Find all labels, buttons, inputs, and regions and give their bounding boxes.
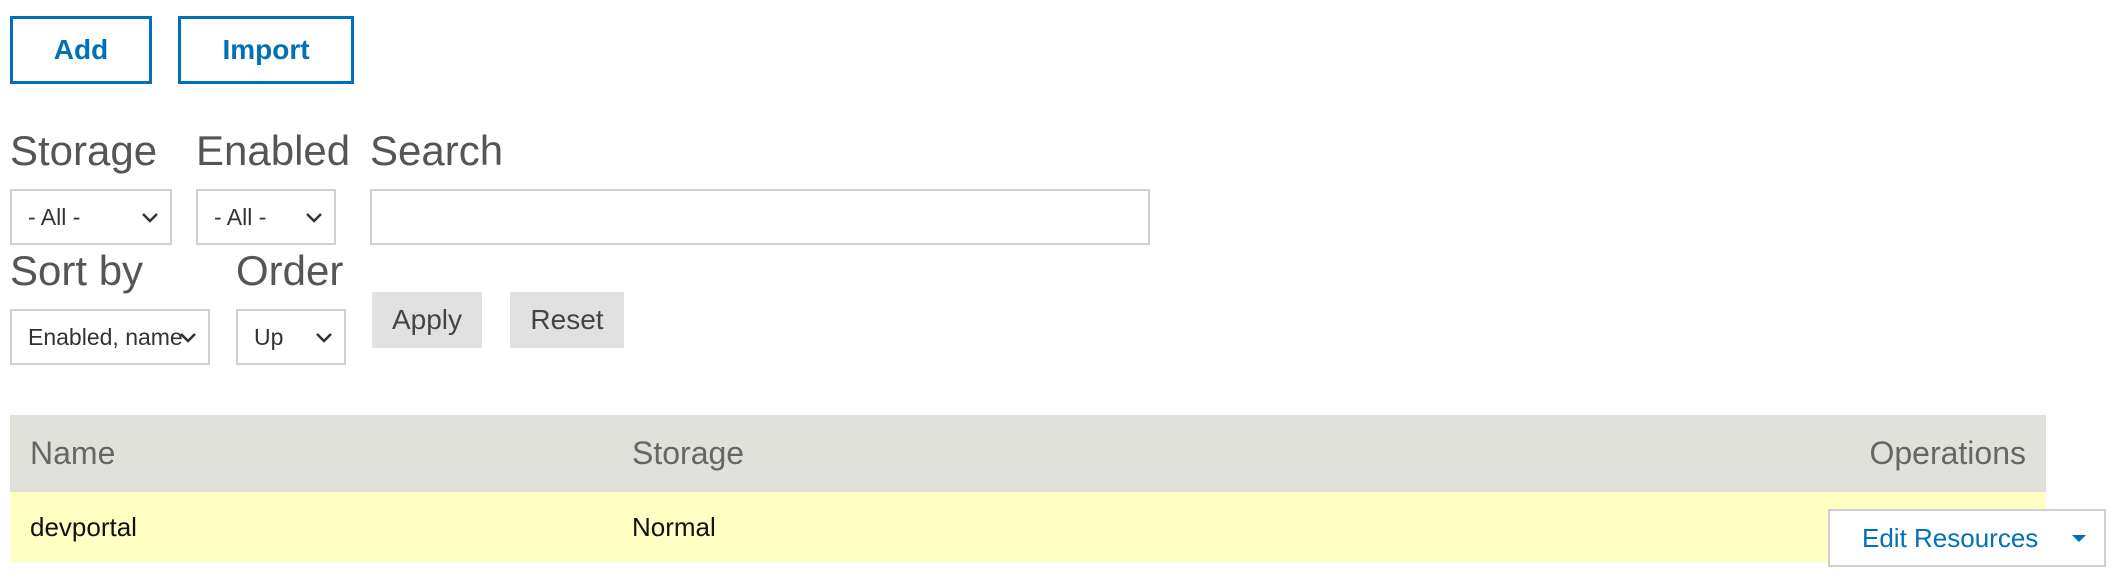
row-storage-cell: Normal xyxy=(632,511,716,542)
column-header-storage: Storage xyxy=(632,435,745,471)
operations-dropbutton: Edit Resources xyxy=(1828,509,2106,567)
chevron-down-icon xyxy=(306,213,322,223)
sort-by-label: Sort by xyxy=(10,247,144,294)
config-entities-page: Add Import Storage Enabled Search - All … xyxy=(0,0,2112,580)
apply-button[interactable]: Apply xyxy=(372,292,482,348)
storage-select[interactable]: - All - xyxy=(10,189,172,245)
column-header-operations: Operations xyxy=(1869,435,2026,471)
sort-by-select[interactable]: Enabled, name xyxy=(10,309,210,365)
enabled-filter-label: Enabled xyxy=(196,127,351,174)
order-label: Order xyxy=(236,247,344,294)
column-header-name: Name xyxy=(30,435,116,471)
storage-select-value: - All - xyxy=(28,203,81,230)
chevron-down-icon xyxy=(316,333,332,343)
caret-down-icon xyxy=(2072,535,2086,542)
storage-filter-label: Storage xyxy=(10,127,158,174)
dropbutton-toggle[interactable] xyxy=(2054,511,2104,565)
search-input[interactable] xyxy=(370,189,1150,245)
reset-button[interactable]: Reset xyxy=(510,292,624,348)
search-filter-label: Search xyxy=(370,127,504,174)
edit-resources-button[interactable]: Edit Resources xyxy=(1830,511,2054,565)
order-select-value: Up xyxy=(254,323,284,350)
table-header: Name Storage Operations xyxy=(10,415,2046,492)
enabled-select-value: - All - xyxy=(214,203,267,230)
row-name-cell: devportal xyxy=(30,511,137,542)
chevron-down-icon xyxy=(142,213,158,223)
order-select[interactable]: Up xyxy=(236,309,346,365)
enabled-select[interactable]: - All - xyxy=(196,189,336,245)
chevron-down-icon xyxy=(180,333,196,343)
import-button[interactable]: Import xyxy=(178,16,354,84)
add-button[interactable]: Add xyxy=(10,16,152,84)
table-row: devportal Normal xyxy=(10,492,2046,562)
entities-table: Name Storage Operations devportal Normal xyxy=(10,415,2046,562)
